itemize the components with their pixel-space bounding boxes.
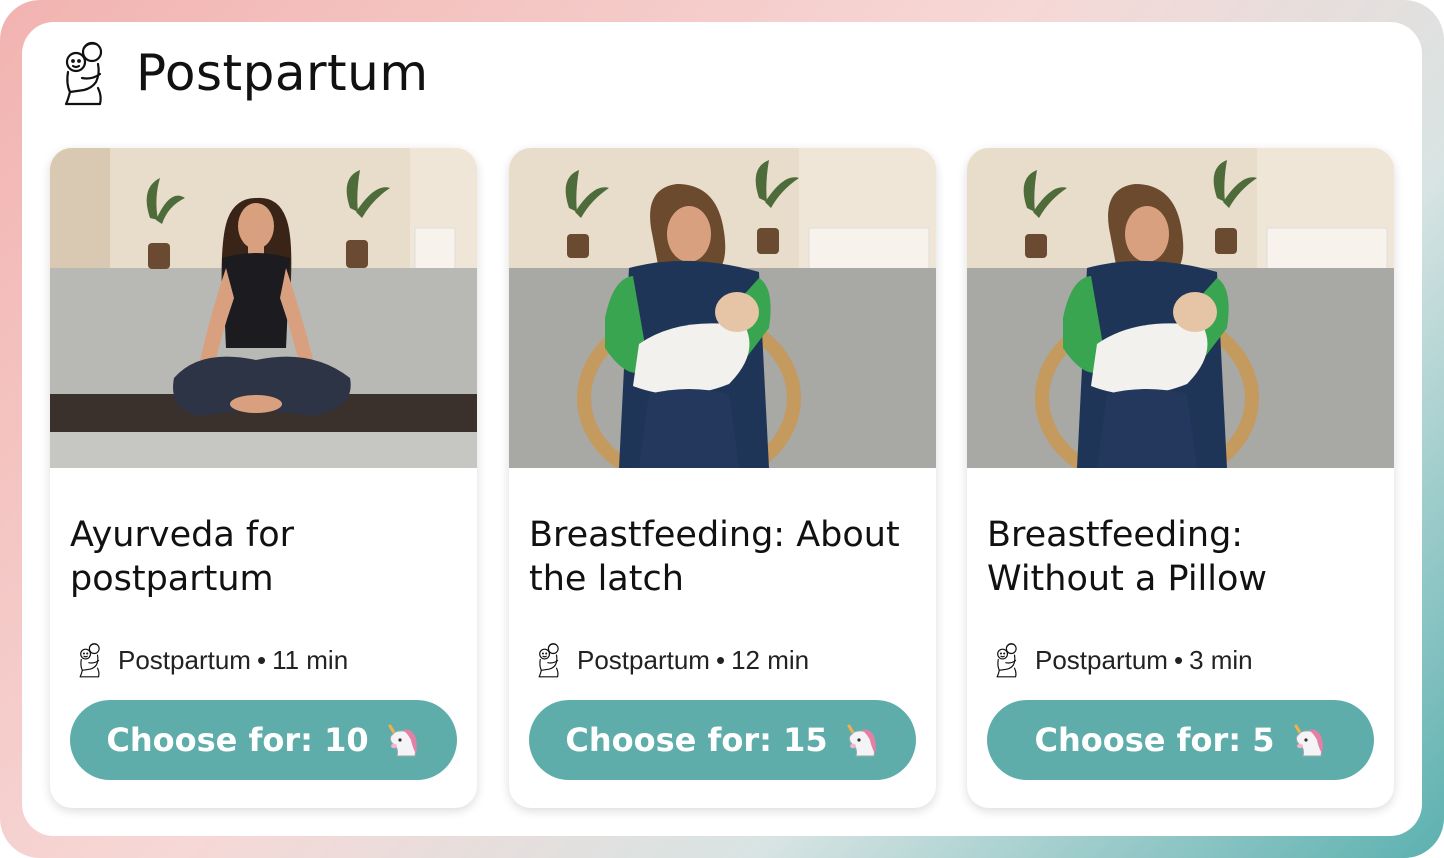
mother-baby-icon: [995, 641, 1021, 679]
card-duration: 12 min: [731, 644, 810, 675]
video-card-latch[interactable]: Breastfeeding: About the latch Postpartu…: [509, 148, 936, 808]
choose-button-label: Choose for: 5: [1034, 721, 1275, 759]
card-image-breastfeeding[interactable]: [967, 148, 1394, 468]
choose-button[interactable]: Choose for: 15: [529, 700, 916, 780]
card-title[interactable]: Ayurveda for postpartum: [70, 513, 460, 601]
mother-baby-icon: [78, 641, 104, 679]
video-card-without-pillow[interactable]: Breastfeeding: Without a Pillow Postpart…: [967, 148, 1394, 808]
unicorn-icon: [1287, 720, 1327, 760]
card-category: Postpartum: [118, 644, 251, 675]
card-duration: 11 min: [272, 644, 349, 675]
card-meta: Postpartum • 11 min: [78, 641, 348, 679]
unicorn-icon: [840, 720, 880, 760]
section-title: Postpartum: [136, 44, 429, 102]
card-meta: Postpartum • 3 min: [995, 641, 1253, 679]
choose-button[interactable]: Choose for: 5: [987, 700, 1374, 780]
unicorn-icon: [381, 720, 421, 760]
card-meta: Postpartum • 12 min: [537, 641, 809, 679]
card-title[interactable]: Breastfeeding: About the latch: [529, 513, 919, 601]
card-image-breastfeeding[interactable]: [509, 148, 936, 468]
video-card-ayurveda[interactable]: Ayurveda for postpartum Postpartum • 11 …: [50, 148, 477, 808]
card-duration: 3 min: [1189, 644, 1253, 675]
card-category: Postpartum: [1035, 644, 1168, 675]
card-category: Postpartum: [577, 644, 710, 675]
card-title[interactable]: Breastfeeding: Without a Pillow: [987, 513, 1377, 601]
section-panel: Postpartum Ayurveda for postpartum Postp…: [22, 22, 1422, 836]
card-image-meditation[interactable]: [50, 148, 477, 468]
section-header: Postpartum: [62, 38, 429, 108]
meta-separator: •: [715, 644, 726, 675]
meta-separator: •: [256, 644, 267, 675]
choose-button-label: Choose for: 10: [106, 721, 369, 759]
choose-button-label: Choose for: 15: [565, 721, 828, 759]
choose-button[interactable]: Choose for: 10: [70, 700, 457, 780]
meta-separator: •: [1173, 644, 1184, 675]
mother-baby-icon: [537, 641, 563, 679]
mother-baby-icon: [62, 40, 110, 106]
